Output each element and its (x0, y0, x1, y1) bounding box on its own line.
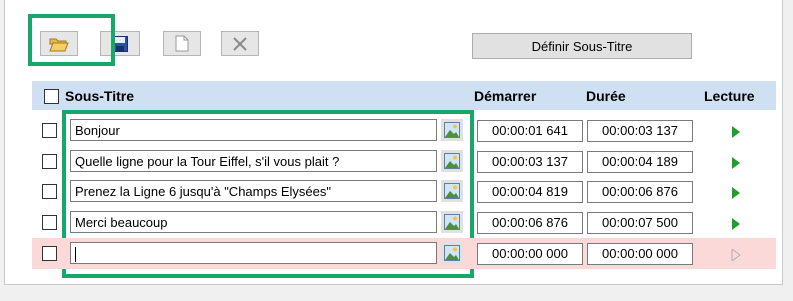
new-subtitle-text-field[interactable] (70, 242, 437, 264)
folder-open-icon (49, 38, 69, 51)
duration-field[interactable]: 00:00:07 500 (587, 212, 693, 234)
delete-button[interactable] (221, 31, 259, 56)
picture-icon (444, 183, 460, 199)
save-button[interactable] (100, 31, 140, 56)
subtitle-text-field[interactable]: Bonjour (70, 119, 437, 141)
duration-field[interactable]: 00:00:06 876 (587, 181, 693, 203)
subtitle-text-field[interactable]: Prenez la Ligne 6 jusqu'à "Champs Elysée… (70, 180, 437, 202)
floppy-disk-icon (112, 35, 128, 52)
table-header (32, 81, 776, 110)
start-time-field[interactable]: 00:00:04 819 (477, 181, 583, 203)
text-caret (75, 247, 76, 263)
picture-icon (444, 245, 460, 261)
open-button[interactable] (40, 31, 78, 56)
new-button[interactable] (163, 31, 201, 56)
play-icon[interactable] (731, 126, 741, 138)
duration-field[interactable]: 00:00:03 137 (587, 120, 693, 142)
play-icon[interactable] (731, 187, 741, 199)
image-button[interactable] (441, 180, 463, 202)
image-button[interactable] (441, 150, 463, 172)
define-subtitle-button[interactable]: Définir Sous-Titre (472, 33, 692, 59)
image-button[interactable] (441, 242, 463, 264)
row-checkbox[interactable] (42, 154, 57, 169)
duration-field[interactable]: 00:00:00 000 (587, 243, 693, 265)
row-checkbox[interactable] (42, 215, 57, 230)
blank-page-icon (175, 35, 189, 52)
image-button[interactable] (441, 119, 463, 141)
play-icon-disabled[interactable] (731, 249, 741, 261)
header-duration: Durée (586, 88, 626, 104)
play-icon[interactable] (731, 218, 741, 230)
x-delete-icon (233, 36, 247, 51)
subtitle-text-field[interactable]: Quelle ligne pour la Tour Eiffel, s'il v… (70, 150, 437, 172)
play-icon[interactable] (731, 157, 741, 169)
row-checkbox[interactable] (42, 123, 57, 138)
subtitle-text-field[interactable]: Merci beaucoup (70, 211, 437, 233)
select-all-checkbox[interactable] (44, 89, 59, 104)
start-time-field[interactable]: 00:00:00 000 (477, 243, 583, 265)
header-start: Démarrer (474, 88, 537, 104)
header-play: Lecture (704, 88, 755, 104)
row-checkbox[interactable] (42, 184, 57, 199)
start-time-field[interactable]: 00:00:03 137 (477, 151, 583, 173)
picture-icon (444, 214, 460, 230)
row-checkbox[interactable] (42, 246, 57, 261)
start-time-field[interactable]: 00:00:01 641 (477, 120, 583, 142)
picture-icon (444, 122, 460, 138)
picture-icon (444, 153, 460, 169)
start-time-field[interactable]: 00:00:06 876 (477, 212, 583, 234)
image-button[interactable] (441, 211, 463, 233)
header-subtitle: Sous-Titre (65, 88, 134, 104)
duration-field[interactable]: 00:00:04 189 (587, 151, 693, 173)
